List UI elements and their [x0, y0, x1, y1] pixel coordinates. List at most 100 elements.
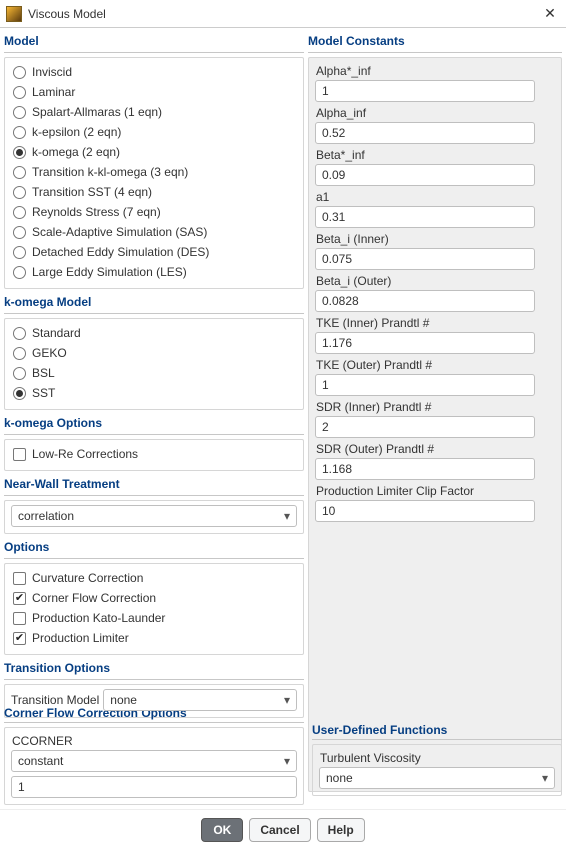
- radio-label: k-epsilon (2 eqn): [32, 125, 121, 139]
- constant-input[interactable]: 1: [315, 374, 535, 396]
- constant-input[interactable]: 1.168: [315, 458, 535, 480]
- radio-option[interactable]: Transition SST (4 eqn): [11, 182, 297, 202]
- close-button[interactable]: ✕: [540, 5, 560, 22]
- constant-label: SDR (Inner) Prandtl #: [316, 400, 555, 414]
- radio-indicator: [13, 166, 26, 179]
- constant-input[interactable]: 0.09: [315, 164, 535, 186]
- constant-input[interactable]: 10: [315, 500, 535, 522]
- constant-input[interactable]: 0.31: [315, 206, 535, 228]
- checkbox-option[interactable]: Production Kato-Launder: [11, 608, 297, 628]
- constant-value: 10: [322, 504, 335, 518]
- radio-option[interactable]: Reynolds Stress (7 eqn): [11, 202, 297, 222]
- divider: [4, 313, 304, 314]
- transition-model-select[interactable]: none: [103, 689, 297, 711]
- constant-value: 1.176: [322, 336, 352, 350]
- radio-label: Inviscid: [32, 65, 72, 79]
- constant-input[interactable]: 2: [315, 416, 535, 438]
- constant-input[interactable]: 0.0828: [315, 290, 535, 312]
- help-label: Help: [328, 823, 354, 837]
- constant-field: Alpha*_inf1: [315, 64, 555, 102]
- checkbox-option[interactable]: Corner Flow Correction: [11, 588, 297, 608]
- title-bar: Viscous Model ✕: [0, 0, 566, 28]
- corner-flow-group: CCORNER constant 1: [4, 727, 304, 805]
- options-group: Curvature CorrectionCorner Flow Correcti…: [4, 563, 304, 655]
- radio-label: Laminar: [32, 85, 75, 99]
- ccorner-mode-value: constant: [18, 754, 63, 768]
- cancel-button[interactable]: Cancel: [249, 818, 310, 842]
- checkbox-option[interactable]: Low-Re Corrections: [11, 444, 297, 464]
- near-wall-select[interactable]: correlation: [11, 505, 297, 527]
- constant-input[interactable]: 0.075: [315, 248, 535, 270]
- checkbox-indicator: [13, 448, 26, 461]
- constant-value: 1: [322, 84, 329, 98]
- constant-value: 0.0828: [322, 294, 359, 308]
- radio-label: BSL: [32, 366, 55, 380]
- ccorner-label: CCORNER: [12, 734, 297, 748]
- radio-option[interactable]: SST: [11, 383, 297, 403]
- radio-option[interactable]: Detached Eddy Simulation (DES): [11, 242, 297, 262]
- section-udf: User-Defined Functions: [312, 723, 562, 737]
- app-icon: [6, 6, 22, 22]
- constant-input[interactable]: 1: [315, 80, 535, 102]
- section-komega-model: k-omega Model: [4, 295, 304, 309]
- radio-option[interactable]: Transition k-kl-omega (3 eqn): [11, 162, 297, 182]
- constant-value: 1: [322, 378, 329, 392]
- udf-label: Turbulent Viscosity: [320, 751, 555, 765]
- radio-label: GEKO: [32, 346, 67, 360]
- help-button[interactable]: Help: [317, 818, 365, 842]
- radio-option[interactable]: Inviscid: [11, 62, 297, 82]
- radio-label: Transition SST (4 eqn): [32, 185, 152, 199]
- checkbox-indicator: [13, 592, 26, 605]
- constant-input[interactable]: 0.52: [315, 122, 535, 144]
- constant-label: TKE (Outer) Prandtl #: [316, 358, 555, 372]
- constant-value: 2: [322, 420, 329, 434]
- constant-label: Beta_i (Inner): [316, 232, 555, 246]
- ccorner-mode-select[interactable]: constant: [11, 750, 297, 772]
- ok-label: OK: [213, 823, 231, 837]
- radio-option[interactable]: Spalart-Allmaras (1 eqn): [11, 102, 297, 122]
- radio-label: Reynolds Stress (7 eqn): [32, 205, 161, 219]
- radio-indicator: [13, 106, 26, 119]
- radio-label: Spalart-Allmaras (1 eqn): [32, 105, 162, 119]
- radio-option[interactable]: Standard: [11, 323, 297, 343]
- checkbox-label: Production Limiter: [32, 631, 129, 645]
- radio-option[interactable]: BSL: [11, 363, 297, 383]
- divider: [312, 739, 562, 740]
- cancel-label: Cancel: [260, 823, 299, 837]
- radio-option[interactable]: Large Eddy Simulation (LES): [11, 262, 297, 282]
- radio-option[interactable]: k-epsilon (2 eqn): [11, 122, 297, 142]
- radio-option[interactable]: Laminar: [11, 82, 297, 102]
- udf-group: Turbulent Viscosity none: [312, 744, 562, 796]
- udf-select[interactable]: none: [319, 767, 555, 789]
- radio-label: SST: [32, 386, 55, 400]
- radio-indicator: [13, 327, 26, 340]
- radio-indicator: [13, 206, 26, 219]
- constant-label: SDR (Outer) Prandtl #: [316, 442, 555, 456]
- divider: [4, 558, 304, 559]
- dialog-footer: OK Cancel Help: [0, 809, 566, 849]
- komega-options-group: Low-Re Corrections: [4, 439, 304, 471]
- constant-input[interactable]: 1.176: [315, 332, 535, 354]
- constant-label: Production Limiter Clip Factor: [316, 484, 555, 498]
- radio-indicator: [13, 367, 26, 380]
- section-near-wall: Near-Wall Treatment: [4, 477, 304, 491]
- constant-value: 0.075: [322, 252, 352, 266]
- radio-indicator: [13, 86, 26, 99]
- radio-indicator: [13, 387, 26, 400]
- checkbox-option[interactable]: Curvature Correction: [11, 568, 297, 588]
- constant-field: SDR (Inner) Prandtl # 2: [315, 400, 555, 438]
- transition-model-value: none: [110, 693, 137, 707]
- checkbox-option[interactable]: Production Limiter: [11, 628, 297, 648]
- model-group: Inviscid Laminar Spalart-Allmaras (1 eqn) k…: [4, 57, 304, 289]
- udf-value: none: [326, 771, 353, 785]
- constant-label: Alpha_inf: [316, 106, 555, 120]
- checkbox-label: Production Kato-Launder: [32, 611, 165, 625]
- ccorner-value-input[interactable]: 1: [11, 776, 297, 798]
- radio-option[interactable]: Scale-Adaptive Simulation (SAS): [11, 222, 297, 242]
- constant-field: SDR (Outer) Prandtl # 1.168: [315, 442, 555, 480]
- divider: [4, 679, 304, 680]
- radio-option[interactable]: k-omega (2 eqn): [11, 142, 297, 162]
- radio-option[interactable]: GEKO: [11, 343, 297, 363]
- model-constants-group: Alpha*_inf1Alpha_inf0.52Beta*_inf0.09a10…: [308, 57, 562, 792]
- ok-button[interactable]: OK: [201, 818, 243, 842]
